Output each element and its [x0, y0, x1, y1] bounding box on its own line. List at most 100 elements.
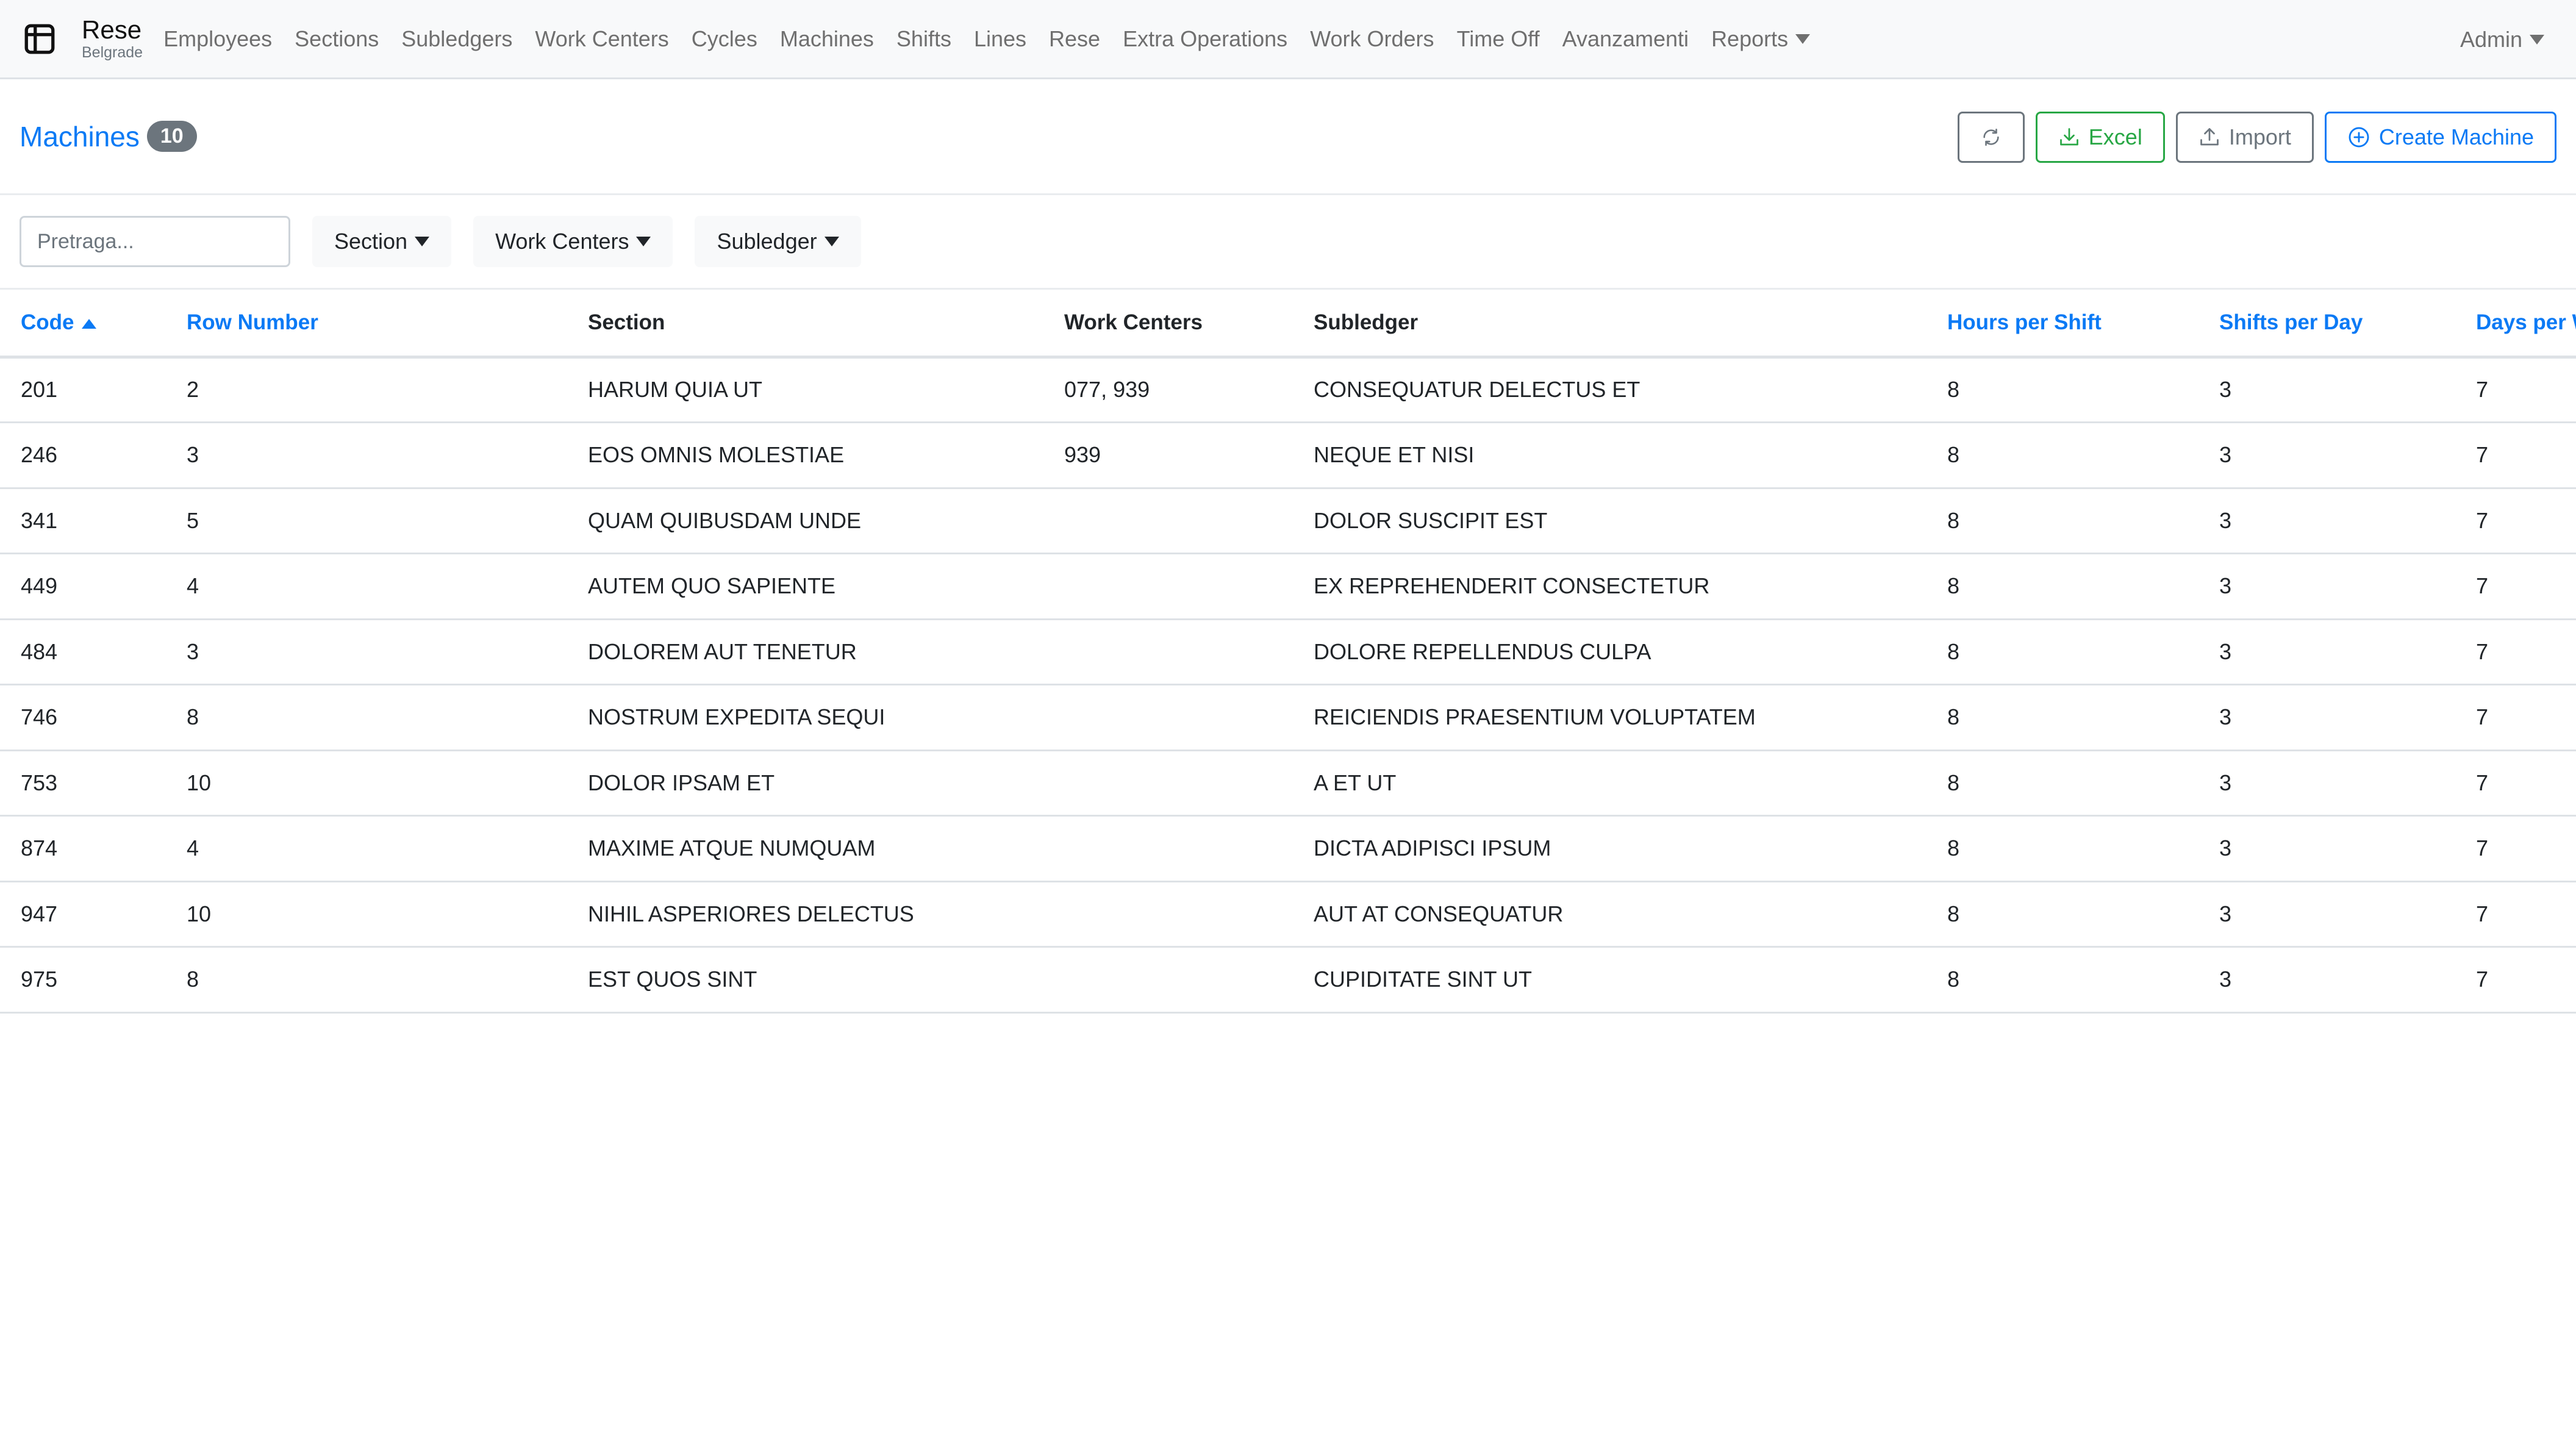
cell-work-centers: [1043, 553, 1293, 620]
page-actions: Excel Import Create Machine: [1957, 79, 2556, 195]
cell-hours-per-shift: 8: [1927, 750, 2199, 817]
cell-code: 341: [0, 488, 166, 554]
machines-table: Code Row Number Section Work Centers Subledg…: [0, 290, 2576, 1014]
cell-section: DOLOR IPSAM ET: [567, 750, 1043, 817]
cell-section: EST QUOS SINT: [567, 946, 1043, 1014]
excel-label: Excel: [2088, 124, 2142, 149]
cell-shifts-per-day: 3: [2199, 422, 2455, 489]
cell-section: MAXIME ATQUE NUMQUAM: [567, 815, 1043, 882]
nav-item-subledgers[interactable]: Subledgers: [401, 26, 512, 52]
column-header-label: Row Number: [187, 310, 318, 334]
cell-shifts-per-day: 3: [2199, 553, 2455, 620]
nav-item-work-centers[interactable]: Work Centers: [535, 26, 668, 52]
section-filter-dropdown[interactable]: Section: [312, 216, 452, 267]
brand-subtitle: Belgrade: [82, 44, 143, 61]
column-header-row-number[interactable]: Row Number: [166, 290, 567, 359]
table-row[interactable]: 201 2 HARUM QUIA UT 077, 939 CONSEQUATUR DEL…: [0, 357, 2576, 423]
table-row[interactable]: 484 3 DOLOREM AUT TENETUR DOLORE REPELLENDU…: [0, 619, 2576, 685]
cell-hours-per-shift: 8: [1927, 815, 2199, 882]
table-body: 201 2 HARUM QUIA UT 077, 939 CONSEQUATUR DEL…: [0, 357, 2576, 1014]
brand[interactable]: Rese Belgrade: [22, 17, 143, 60]
cell-shifts-per-day: 3: [2199, 619, 2455, 685]
cell-hours-per-shift: 8: [1927, 553, 2199, 620]
import-label: Import: [2228, 124, 2291, 149]
cell-hours-per-shift: 8: [1927, 488, 2199, 554]
cell-work-centers: [1043, 946, 1293, 1014]
cell-section: EOS OMNIS MOLESTIAE: [567, 422, 1043, 489]
cell-shifts-per-day: 3: [2199, 357, 2455, 423]
cell-days-per-week: 7: [2455, 684, 2576, 751]
upload-icon: [2200, 128, 2219, 146]
cell-row-number: 5: [166, 488, 567, 554]
table-row[interactable]: 449 4 AUTEM QUO SAPIENTE EX REPREHENDERIT C…: [0, 553, 2576, 620]
column-header-label: Subledger: [1314, 310, 1419, 334]
cell-subledger: DICTA ADIPISCI IPSUM: [1293, 815, 1927, 882]
nav-item-sections[interactable]: Sections: [295, 26, 379, 52]
column-header-code[interactable]: Code: [0, 290, 166, 359]
user-menu[interactable]: Admin: [2460, 27, 2544, 52]
page-header: Machines 10 Excel Import Create Machine: [0, 79, 2576, 195]
subledger-filter-dropdown[interactable]: Subledger: [695, 216, 861, 267]
cell-days-per-week: 7: [2455, 553, 2576, 620]
cell-row-number: 10: [166, 881, 567, 948]
work-centers-filter-dropdown[interactable]: Work Centers: [473, 216, 673, 267]
column-header-label: Code: [21, 310, 74, 334]
cell-days-per-week: 7: [2455, 488, 2576, 554]
cell-work-centers: [1043, 750, 1293, 817]
column-header-hours-per-shift[interactable]: Hours per Shift: [1927, 290, 2199, 359]
cell-shifts-per-day: 3: [2199, 815, 2455, 882]
cell-days-per-week: 7: [2455, 357, 2576, 423]
caret-down-icon: [824, 237, 839, 246]
column-header-shifts-per-day[interactable]: Shifts per Day: [2199, 290, 2455, 359]
cell-work-centers: 077, 939: [1043, 357, 1293, 423]
cell-work-centers: [1043, 488, 1293, 554]
search-input[interactable]: [20, 216, 290, 267]
column-header-work-centers: Work Centers: [1043, 290, 1293, 359]
plus-circle-icon: [2349, 127, 2369, 148]
nav-item-rese[interactable]: Rese: [1049, 26, 1100, 52]
cell-row-number: 8: [166, 684, 567, 751]
nav-item-extra-operations[interactable]: Extra Operations: [1123, 26, 1287, 52]
cell-section: AUTEM QUO SAPIENTE: [567, 553, 1043, 620]
table-row[interactable]: 246 3 EOS OMNIS MOLESTIAE 939 NEQUE ET NISI 8…: [0, 422, 2576, 489]
subledger-filter-label: Subledger: [717, 229, 817, 254]
nav-item-work-orders[interactable]: Work Orders: [1310, 26, 1434, 52]
cell-days-per-week: 7: [2455, 422, 2576, 489]
cell-code: 975: [0, 946, 166, 1014]
nav-item-avanzamenti[interactable]: Avanzamenti: [1562, 26, 1689, 52]
cell-code: 246: [0, 422, 166, 489]
nav-item-shifts[interactable]: Shifts: [896, 26, 951, 52]
import-button[interactable]: Import: [2175, 112, 2314, 163]
table-row[interactable]: 341 5 QUAM QUIBUSDAM UNDE DOLOR SUSCIPIT ES…: [0, 488, 2576, 554]
nav-item-machines[interactable]: Machines: [780, 26, 874, 52]
nav-item-cycles[interactable]: Cycles: [692, 26, 757, 52]
column-header-section: Section: [567, 290, 1043, 359]
cell-work-centers: [1043, 684, 1293, 751]
column-header-label: Days per Week: [2476, 310, 2576, 334]
column-header-days-per-week[interactable]: Days per Week: [2455, 290, 2576, 359]
nav-item-time-off[interactable]: Time Off: [1457, 26, 1540, 52]
nav-item-employees[interactable]: Employees: [163, 26, 272, 52]
table-row[interactable]: 753 10 DOLOR IPSAM ET A ET UT 8 3 7: [0, 750, 2576, 817]
nav-item-lines[interactable]: Lines: [974, 26, 1026, 52]
excel-export-button[interactable]: Excel: [2035, 112, 2165, 163]
table-row[interactable]: 874 4 MAXIME ATQUE NUMQUAM DICTA ADIPISCI I…: [0, 815, 2576, 882]
table-row[interactable]: 947 10 NIHIL ASPERIORES DELECTUS AUT AT CON…: [0, 881, 2576, 948]
cell-days-per-week: 7: [2455, 946, 2576, 1014]
cell-code: 746: [0, 684, 166, 751]
caret-down-icon: [2530, 35, 2544, 45]
create-machine-button[interactable]: Create Machine: [2324, 112, 2556, 163]
table-logo-icon: [24, 24, 55, 54]
cell-row-number: 3: [166, 422, 567, 489]
cell-code: 201: [0, 357, 166, 423]
cell-hours-per-shift: 8: [1927, 946, 2199, 1014]
cell-shifts-per-day: 3: [2199, 946, 2455, 1014]
page-title: Machines: [20, 120, 140, 152]
table-row[interactable]: 746 8 NOSTRUM EXPEDITA SEQUI REICIENDIS PRA…: [0, 684, 2576, 751]
cell-subledger: CONSEQUATUR DELECTUS ET: [1293, 357, 1927, 423]
table-row[interactable]: 975 8 EST QUOS SINT CUPIDITATE SINT UT 8 3 7: [0, 946, 2576, 1014]
caret-down-icon: [636, 237, 651, 246]
refresh-button[interactable]: [1957, 112, 2025, 163]
nav-item-reports[interactable]: Reports: [1711, 26, 1811, 52]
cell-section: NOSTRUM EXPEDITA SEQUI: [567, 684, 1043, 751]
